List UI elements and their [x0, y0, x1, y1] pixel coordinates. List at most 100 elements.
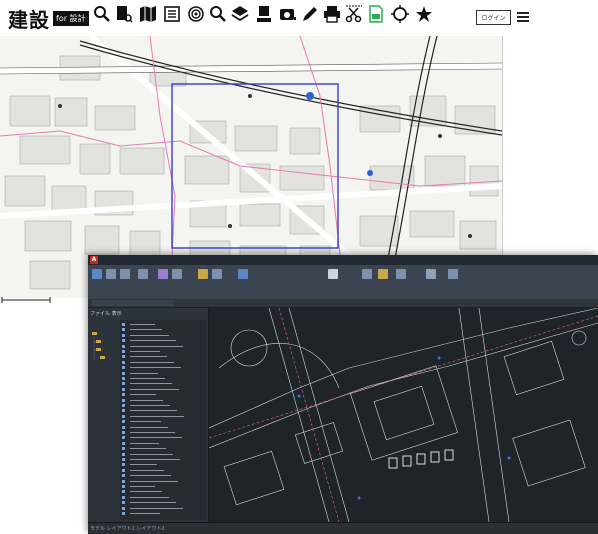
file-list-row[interactable] [120, 511, 206, 516]
folder-tree[interactable] [90, 330, 118, 510]
dwg-file-icon [122, 490, 125, 494]
cad-ribbon [88, 265, 598, 300]
ribbon-copy-icon[interactable] [172, 269, 182, 279]
ribbon-view-icon[interactable] [426, 269, 436, 279]
dwg-file-icon [122, 377, 125, 380]
ribbon-dimension-icon[interactable] [362, 269, 372, 279]
file-name-placeholder [130, 405, 170, 406]
ribbon-line-icon[interactable] [106, 269, 116, 279]
dwg-file-icon [122, 414, 125, 418]
dwg-file-icon [122, 447, 125, 451]
file-list-row[interactable] [120, 457, 206, 462]
file-list-row[interactable] [120, 506, 206, 511]
dwg-file-icon [122, 463, 125, 467]
layout-tabs[interactable]: モデル レイアウト1 レイアウト2 [90, 525, 165, 532]
file-name-placeholder [130, 421, 161, 423]
file-list-row[interactable] [120, 489, 206, 494]
file-list-row[interactable] [120, 484, 206, 489]
file-list-row[interactable] [120, 338, 206, 343]
file-list-row[interactable] [120, 425, 206, 430]
file-list[interactable] [120, 320, 206, 520]
ribbon-draw-icon[interactable] [92, 269, 102, 279]
file-list-row[interactable] [120, 392, 206, 397]
file-list-row[interactable] [120, 500, 206, 505]
file-list-row[interactable] [120, 473, 206, 478]
cad-app-logo-icon[interactable]: A [90, 256, 98, 264]
file-name-placeholder [130, 453, 173, 455]
file-list-row[interactable] [120, 344, 206, 349]
file-list-row[interactable] [120, 349, 206, 354]
circle-tool-button[interactable] [390, 5, 410, 31]
file-list-row[interactable] [120, 376, 206, 381]
print-tool-button[interactable] [322, 5, 342, 31]
ribbon-circle-icon[interactable] [138, 269, 148, 279]
file-list-row[interactable] [120, 371, 206, 376]
cad-application-window[interactable]: A ファイル 表示 モデル レイアウト1 レイアウト2 [88, 255, 598, 534]
ribbon-block-icon[interactable] [378, 269, 388, 279]
ribbon-modify-icon[interactable] [198, 269, 208, 279]
file-name-placeholder [130, 486, 155, 487]
download-tool-button[interactable] [254, 5, 274, 31]
tab-start[interactable] [92, 300, 128, 306]
file-list-row[interactable] [120, 408, 206, 413]
file-list-row[interactable] [120, 365, 206, 370]
radar-tool-button[interactable] [186, 5, 206, 31]
dwg-file-icon [122, 452, 125, 456]
scissors-tool-button[interactable] [344, 5, 364, 31]
ribbon-properties-icon[interactable] [396, 269, 406, 279]
cad-drawing-canvas[interactable] [209, 308, 598, 522]
document-search-tool-button[interactable] [114, 5, 134, 31]
dwg-file-icon [122, 387, 125, 391]
file-list-row[interactable] [120, 381, 206, 386]
file-list-row[interactable] [120, 403, 206, 408]
camera-icon [280, 9, 296, 20]
file-list-row[interactable] [120, 398, 206, 403]
file-list-row[interactable] [120, 327, 206, 332]
file-list-row[interactable] [120, 360, 206, 365]
file-list-row[interactable] [120, 387, 206, 392]
file-list-row[interactable] [120, 462, 206, 467]
file-name-placeholder [130, 367, 181, 369]
dwg-file-icon [122, 409, 125, 413]
file-list-row[interactable] [120, 446, 206, 451]
file-list-row[interactable] [120, 479, 206, 484]
file-name-placeholder [130, 480, 178, 482]
file-list-row[interactable] [120, 468, 206, 473]
zoom-tool-button[interactable] [208, 5, 228, 31]
pen-tool-button[interactable] [300, 5, 320, 31]
file-list-row[interactable] [120, 430, 206, 435]
layers-tool-button[interactable] [230, 5, 250, 31]
file-list-row[interactable] [120, 495, 206, 500]
file-list-row[interactable] [120, 441, 206, 446]
ribbon-polyline-icon[interactable] [120, 269, 130, 279]
dwg-file-icon [122, 344, 125, 348]
site-logo[interactable]: 建設 for 設計 [8, 6, 89, 32]
list-tool-button[interactable] [162, 5, 182, 31]
cad-document-tabs [88, 299, 598, 308]
map-tool-button[interactable] [138, 5, 158, 31]
file-list-row[interactable] [120, 354, 206, 359]
file-list-row[interactable] [120, 452, 206, 457]
file-list-row[interactable] [120, 414, 206, 419]
file-list-row[interactable] [120, 322, 206, 327]
file-list-row[interactable] [120, 435, 206, 440]
dwg-file-icon [122, 479, 125, 483]
ribbon-text-icon[interactable] [328, 269, 338, 279]
dwg-file-icon [122, 339, 125, 343]
favorite-tool-button[interactable] [414, 5, 434, 31]
tab-drawing[interactable] [128, 300, 174, 306]
file-export-tool-button[interactable] [366, 5, 386, 31]
file-name-placeholder [130, 372, 158, 374]
ribbon-move-icon[interactable] [158, 269, 168, 279]
dwg-file-icon [122, 350, 125, 353]
login-button[interactable]: ログイン [476, 10, 511, 25]
ribbon-layer-icon[interactable] [238, 269, 248, 279]
ribbon-utilities-icon[interactable] [448, 269, 458, 279]
ribbon-trim-icon[interactable] [212, 269, 222, 279]
search-tool-button[interactable] [92, 5, 112, 31]
hamburger-menu-icon[interactable] [516, 10, 530, 24]
download-icon [257, 6, 271, 22]
file-list-row[interactable] [120, 419, 206, 424]
file-list-row[interactable] [120, 333, 206, 338]
camera-tool-button[interactable] [278, 5, 298, 31]
